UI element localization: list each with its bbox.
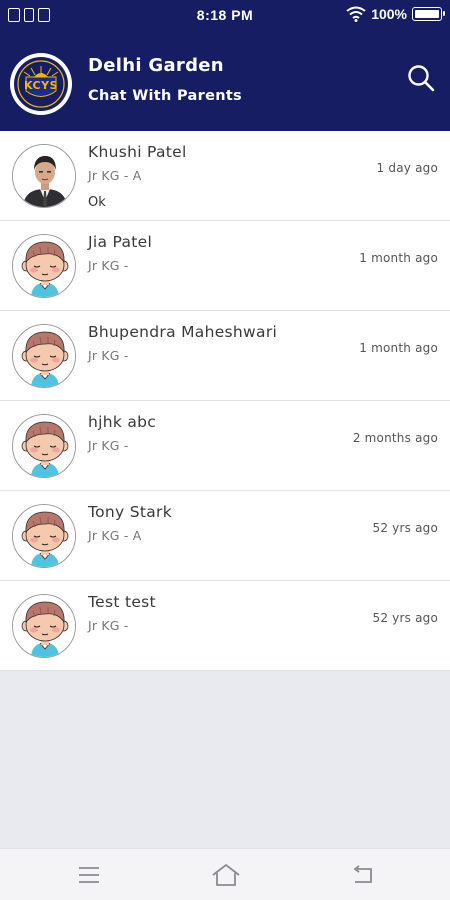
avatar <box>12 414 76 478</box>
chat-list-item[interactable]: Bhupendra Maheshwari Jr KG - 1 month ago <box>0 311 450 401</box>
chat-list-item[interactable]: Tony Stark Jr KG - A 52 yrs ago <box>0 491 450 581</box>
contact-class: Jr KG - <box>88 438 129 453</box>
wifi-icon <box>346 6 366 22</box>
cartoon-boy-avatar-icon <box>13 505 76 568</box>
contact-class: Jr KG - A <box>88 168 142 183</box>
contact-class: Jr KG - <box>88 348 129 363</box>
page-subtitle: Chat With Parents <box>88 88 242 104</box>
cartoon-boy-avatar-icon <box>13 235 76 298</box>
contact-name: hjhk abc <box>88 413 157 431</box>
man-in-suit-avatar-icon <box>13 145 76 208</box>
contact-class: Jr KG - <box>88 258 129 273</box>
contact-name: Jia Patel <box>88 233 153 251</box>
last-message-time: 52 yrs ago <box>372 611 438 625</box>
chat-list-item[interactable]: Jia Patel Jr KG - 1 month ago <box>0 221 450 311</box>
last-message-time: 1 month ago <box>359 251 438 265</box>
last-message-time: 1 day ago <box>376 161 438 175</box>
menu-button[interactable] <box>75 861 103 889</box>
status-bar: 8:18 PM 100% <box>0 0 450 34</box>
search-button[interactable] <box>405 62 437 94</box>
avatar <box>12 504 76 568</box>
cartoon-boy-avatar-icon <box>13 325 76 388</box>
school-logo: KCYS <box>10 53 72 115</box>
menu-icon <box>79 867 99 883</box>
page-title: Delhi Garden <box>88 55 224 76</box>
contact-name: Test test <box>88 593 156 611</box>
logo-text: KCYS <box>24 79 58 92</box>
last-message-time: 1 month ago <box>359 341 438 355</box>
cartoon-boy-avatar-icon <box>13 415 76 478</box>
chat-list: Khushi Patel Jr KG - A Ok 1 day ago Jia … <box>0 131 450 671</box>
contact-class: Jr KG - <box>88 618 129 633</box>
last-message: Ok <box>88 195 106 210</box>
contact-name: Tony Stark <box>88 503 173 521</box>
cartoon-boy-avatar-icon <box>13 595 76 658</box>
chat-list-item[interactable]: hjhk abc Jr KG - 2 months ago <box>0 401 450 491</box>
chat-list-item[interactable]: Test test Jr KG - 52 yrs ago <box>0 581 450 671</box>
contact-class: Jr KG - A <box>88 528 142 543</box>
chat-list-item[interactable]: Khushi Patel Jr KG - A Ok 1 day ago <box>0 131 450 221</box>
home-button[interactable] <box>211 861 240 889</box>
last-message-time: 52 yrs ago <box>372 521 438 535</box>
avatar <box>12 234 76 298</box>
contact-name: Khushi Patel <box>88 143 187 161</box>
back-icon <box>353 865 372 883</box>
status-indicators: 100% <box>346 6 445 22</box>
avatar <box>12 144 76 208</box>
app-header: 8:18 PM 100% KCYS Delhi Garden Chat With… <box>0 0 450 131</box>
home-icon <box>212 863 240 886</box>
contact-name: Bhupendra Maheshwari <box>88 323 278 341</box>
battery-level <box>415 10 439 18</box>
last-message-time: 2 months ago <box>352 431 438 445</box>
battery-icon <box>412 7 445 21</box>
search-icon <box>408 65 435 92</box>
avatar <box>12 324 76 388</box>
system-nav-bar <box>0 848 450 900</box>
avatar <box>12 594 76 658</box>
back-button[interactable] <box>349 861 377 889</box>
battery-percent: 100% <box>371 6 407 22</box>
